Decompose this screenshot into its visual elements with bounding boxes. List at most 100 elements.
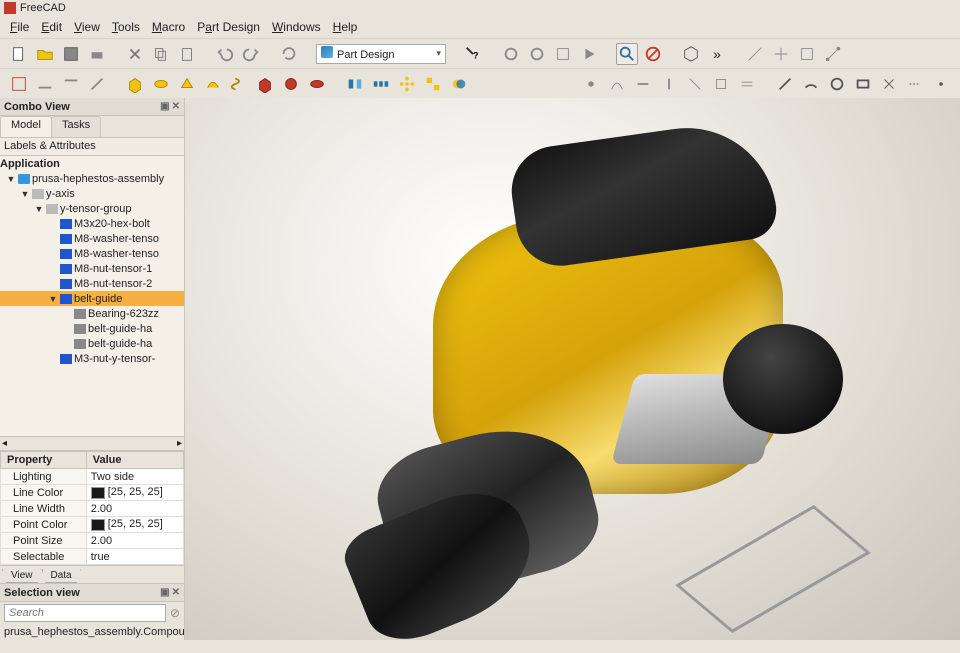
geom-line-button[interactable] xyxy=(774,73,796,95)
menu-windows[interactable]: Windows xyxy=(272,20,321,34)
clear-search-icon[interactable]: ⊘ xyxy=(170,606,180,620)
tree-hscroll[interactable]: ◂▸ xyxy=(0,436,184,450)
property-row[interactable]: Line Color[25, 25, 25] xyxy=(1,485,184,501)
sketch-edit-button[interactable] xyxy=(34,73,56,95)
geom-circle-button[interactable] xyxy=(826,73,848,95)
constraint-2-button[interactable] xyxy=(606,73,628,95)
menu-edit[interactable]: Edit xyxy=(41,20,62,34)
tree-item[interactable]: ▼prusa-hephestos-assembly xyxy=(0,171,184,186)
3d-viewport[interactable] xyxy=(185,98,960,640)
tree-item[interactable]: M3x20-hex-bolt xyxy=(0,216,184,231)
geom-trim-button[interactable] xyxy=(878,73,900,95)
combo-view-header: Combo View ▣✕ xyxy=(0,98,184,116)
new-doc-button[interactable] xyxy=(8,43,30,65)
menu-macro[interactable]: Macro xyxy=(152,20,185,34)
tree-item[interactable]: ▼belt-guide xyxy=(0,291,184,306)
constraint-1-button[interactable] xyxy=(580,73,602,95)
pocket-button[interactable] xyxy=(254,73,276,95)
polar-pattern-button[interactable] xyxy=(396,73,418,95)
paste-button[interactable] xyxy=(176,43,198,65)
groove-button[interactable] xyxy=(306,73,328,95)
property-row[interactable]: Line Width2.00 xyxy=(1,501,184,517)
revolution-button[interactable] xyxy=(150,73,172,95)
sketch-map-button[interactable] xyxy=(86,73,108,95)
measure-3-button[interactable] xyxy=(796,43,818,65)
open-button[interactable] xyxy=(34,43,56,65)
whats-this-button[interactable]: ? xyxy=(462,43,484,65)
menu-tools[interactable]: Tools xyxy=(112,20,140,34)
tab-data[interactable]: Data xyxy=(42,569,81,583)
tree-item[interactable]: M3-nut-y-tensor- xyxy=(0,351,184,366)
geom-rect-button[interactable] xyxy=(852,73,874,95)
macro-stop-button[interactable] xyxy=(526,43,548,65)
constraint-5-button[interactable] xyxy=(684,73,706,95)
tree-item[interactable]: M8-washer-tenso xyxy=(0,231,184,246)
view-iso-button[interactable] xyxy=(680,43,702,65)
print-button[interactable] xyxy=(86,43,108,65)
tab-view[interactable]: View xyxy=(2,569,42,583)
hole-button[interactable] xyxy=(280,73,302,95)
macro-list-button[interactable] xyxy=(552,43,574,65)
selection-view-title: Selection view xyxy=(4,587,80,599)
property-row[interactable]: Selectabletrue xyxy=(1,549,184,565)
constraint-4-button[interactable] xyxy=(658,73,680,95)
panel-close-icon[interactable]: ✕ xyxy=(172,587,180,598)
boolean-button[interactable] xyxy=(448,73,470,95)
copy-button[interactable] xyxy=(150,43,172,65)
view-more-button[interactable]: » xyxy=(706,43,728,65)
macro-rec-button[interactable] xyxy=(500,43,522,65)
geom-ext-button[interactable] xyxy=(904,73,926,95)
panel-close-icon[interactable]: ✕ xyxy=(172,101,180,112)
sweep-button[interactable] xyxy=(202,73,224,95)
zoom-fit-button[interactable] xyxy=(616,43,638,65)
macro-play-button[interactable] xyxy=(578,43,600,65)
sketch-leave-button[interactable] xyxy=(60,73,82,95)
menu-view[interactable]: View xyxy=(74,20,100,34)
pad-button[interactable] xyxy=(124,73,146,95)
tree-item[interactable]: belt-guide-ha xyxy=(0,321,184,336)
multitransform-button[interactable] xyxy=(422,73,444,95)
tree-item[interactable]: ▼y-axis xyxy=(0,186,184,201)
tree-item[interactable]: M8-nut-tensor-1 xyxy=(0,261,184,276)
cut-button[interactable] xyxy=(124,43,146,65)
selection-path[interactable]: prusa_hephestos_assembly.Compound0 xyxy=(0,624,184,640)
menu-file[interactable]: File xyxy=(10,20,29,34)
workbench-selector[interactable]: Part Design xyxy=(316,44,446,64)
measure-2-button[interactable] xyxy=(770,43,792,65)
selection-search-input[interactable] xyxy=(4,604,166,622)
constraint-3-button[interactable] xyxy=(632,73,654,95)
property-row[interactable]: LightingTwo side xyxy=(1,469,184,485)
refresh-button[interactable] xyxy=(278,43,300,65)
measure-1-button[interactable] xyxy=(744,43,766,65)
tree-item[interactable]: belt-guide-ha xyxy=(0,336,184,351)
constraint-6-button[interactable] xyxy=(710,73,732,95)
tree-root[interactable]: Application xyxy=(0,156,184,171)
tree-item[interactable]: M8-washer-tenso xyxy=(0,246,184,261)
geom-point-button[interactable] xyxy=(930,73,952,95)
save-button[interactable] xyxy=(60,43,82,65)
loft-button[interactable] xyxy=(176,73,198,95)
menu-partdesign[interactable]: Part Design xyxy=(197,20,260,34)
tab-model[interactable]: Model xyxy=(0,116,52,137)
tree-item[interactable]: ▼y-tensor-group xyxy=(0,201,184,216)
measure-4-button[interactable] xyxy=(822,43,844,65)
panel-float-icon[interactable]: ▣ xyxy=(160,587,169,598)
mirror-button[interactable] xyxy=(344,73,366,95)
tab-tasks[interactable]: Tasks xyxy=(51,116,101,137)
tree-item[interactable]: M8-nut-tensor-2 xyxy=(0,276,184,291)
redo-button[interactable] xyxy=(240,43,262,65)
menu-help[interactable]: Help xyxy=(333,20,358,34)
geom-arc-button[interactable] xyxy=(800,73,822,95)
helix-button[interactable] xyxy=(228,73,250,95)
undo-button[interactable] xyxy=(214,43,236,65)
tree-item[interactable]: Bearing-623zz xyxy=(0,306,184,321)
model-tree[interactable]: Application ▼prusa-hephestos-assembly▼y-… xyxy=(0,156,184,436)
property-tabs: View Data xyxy=(0,565,184,583)
draw-style-button[interactable] xyxy=(642,43,664,65)
constraint-7-button[interactable] xyxy=(736,73,758,95)
property-row[interactable]: Point Color[25, 25, 25] xyxy=(1,517,184,533)
panel-float-icon[interactable]: ▣ xyxy=(160,101,169,112)
sketch-new-button[interactable] xyxy=(8,73,30,95)
property-row[interactable]: Point Size2.00 xyxy=(1,533,184,549)
linear-pattern-button[interactable] xyxy=(370,73,392,95)
